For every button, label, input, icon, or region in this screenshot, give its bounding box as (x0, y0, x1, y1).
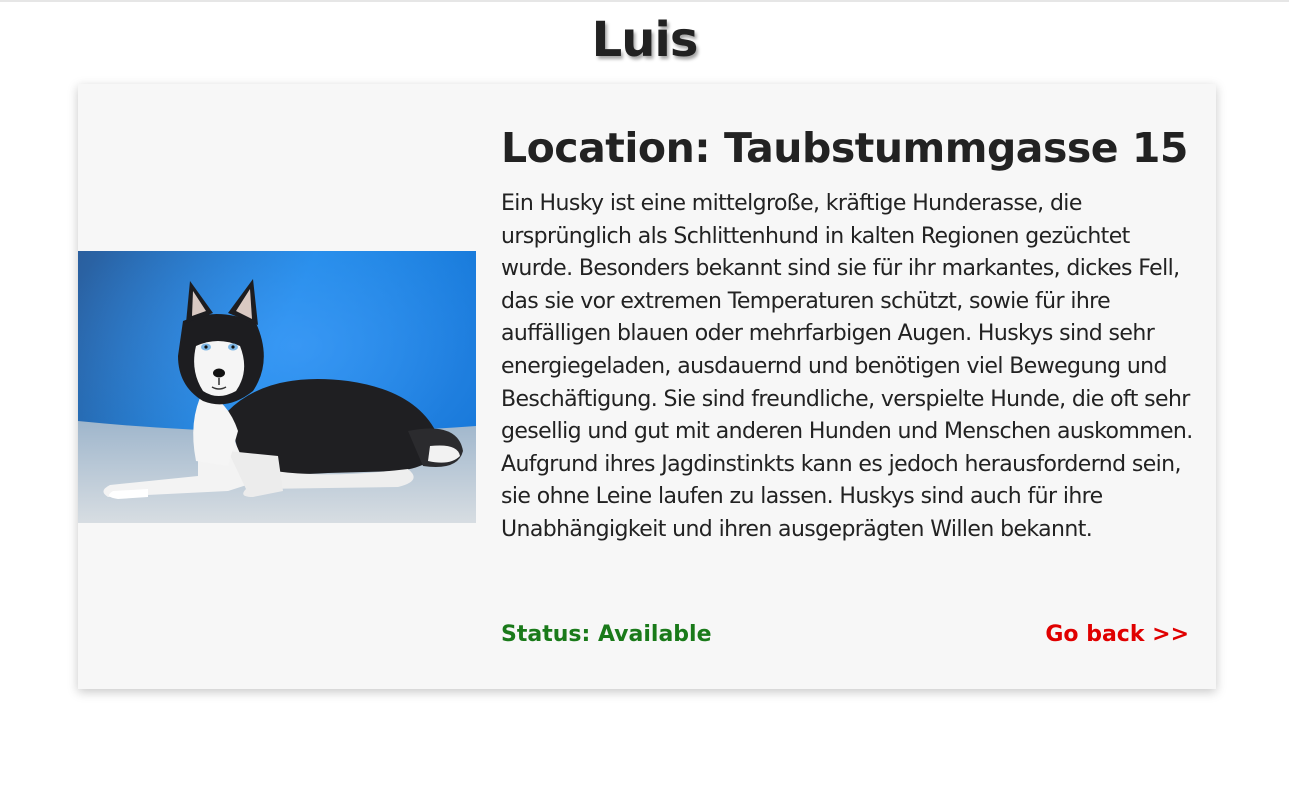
go-back-link[interactable]: Go back >> (1045, 622, 1189, 647)
card-footer: Status: Available Go back >> (501, 622, 1189, 654)
page-title: Luis (591, 12, 699, 68)
location-heading: Location: Taubstummgasse 15 (501, 124, 1188, 172)
pet-detail-card: Location: Taubstummgasse 15 Ein Husky is… (78, 84, 1216, 689)
pet-description: Ein Husky ist eine mittelgroße, kräftige… (501, 191, 1193, 542)
top-divider (0, 0, 1289, 2)
status-label: Status: Available (501, 622, 712, 647)
husky-photo (78, 251, 476, 523)
pet-detail-content: Location: Taubstummgasse 15 Ein Husky is… (501, 120, 1193, 547)
